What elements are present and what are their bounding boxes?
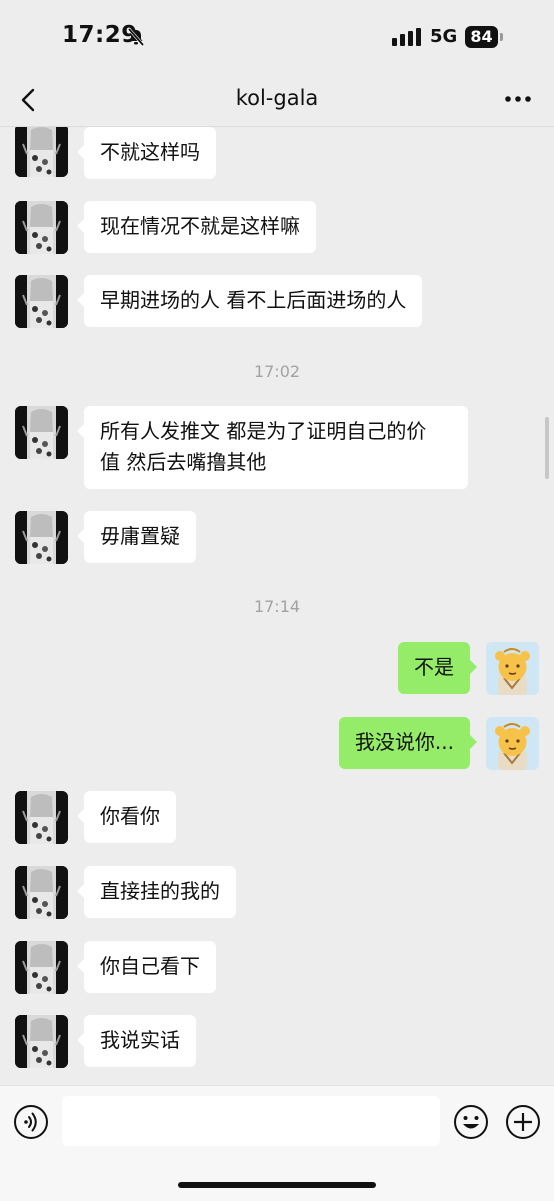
message-bubble[interactable]: 你自己看下 [77,941,216,993]
chat-title: kol-gala [235,86,319,110]
contact-avatar[interactable] [15,406,68,459]
message-input[interactable] [62,1096,440,1146]
message-bubble[interactable]: 不就这样吗 [77,127,216,179]
my-avatar[interactable] [486,717,539,770]
message-bubble[interactable]: 我没说你... [338,717,478,769]
message-bubble[interactable]: 你看你 [77,791,176,843]
my-avatar[interactable] [486,642,539,695]
plus-icon[interactable] [505,1104,541,1140]
contact-avatar[interactable] [15,511,68,564]
message-bubble[interactable]: 不是 [398,642,477,694]
timestamp: 17:02 [253,362,301,381]
network-type: 5G [430,26,458,47]
battery-icon: 84 [465,26,505,48]
scrollbar[interactable] [545,417,549,479]
message-bubble[interactable]: 所有人发推文 都是为了证明自己的价 值 然后去嘴撸其他 [77,406,468,489]
contact-avatar[interactable] [15,866,68,919]
message-bubble[interactable]: 早期进场的人 看不上后面进场的人 [76,275,423,327]
battery-level: 84 [465,26,498,48]
contact-avatar[interactable] [15,1015,68,1068]
message-bubble[interactable]: 直接挂的我的 [77,866,236,918]
home-indicator [178,1182,376,1188]
contact-avatar[interactable] [15,941,68,994]
emoji-icon[interactable] [453,1104,489,1140]
chat-area[interactable]: 不就这样吗 现在情况不就是这样嘛 早期进场的人 看不上后面进场的人 17:02 … [0,127,554,1085]
message-bubble[interactable]: 毋庸置疑 [77,511,196,563]
status-bar: 17:29 5G 84 [0,0,554,76]
voice-icon[interactable] [13,1104,49,1140]
contact-avatar[interactable] [15,791,68,844]
message-line: 所有人发推文 都是为了证明自己的价 [100,419,427,443]
contact-avatar[interactable] [15,201,68,254]
message-bubble[interactable]: 我说实话 [77,1015,196,1067]
timestamp: 17:14 [253,597,301,616]
message-bubble[interactable]: 现在情况不就是这样嘛 [77,201,316,253]
message-line: 值 然后去嘴撸其他 [100,450,267,474]
mute-bell-icon [127,28,145,46]
contact-avatar[interactable] [15,275,68,328]
nav-bar: kol-gala [0,76,554,127]
signal-icon [392,28,421,46]
contact-avatar[interactable] [15,127,68,177]
more-icon[interactable] [500,84,536,114]
